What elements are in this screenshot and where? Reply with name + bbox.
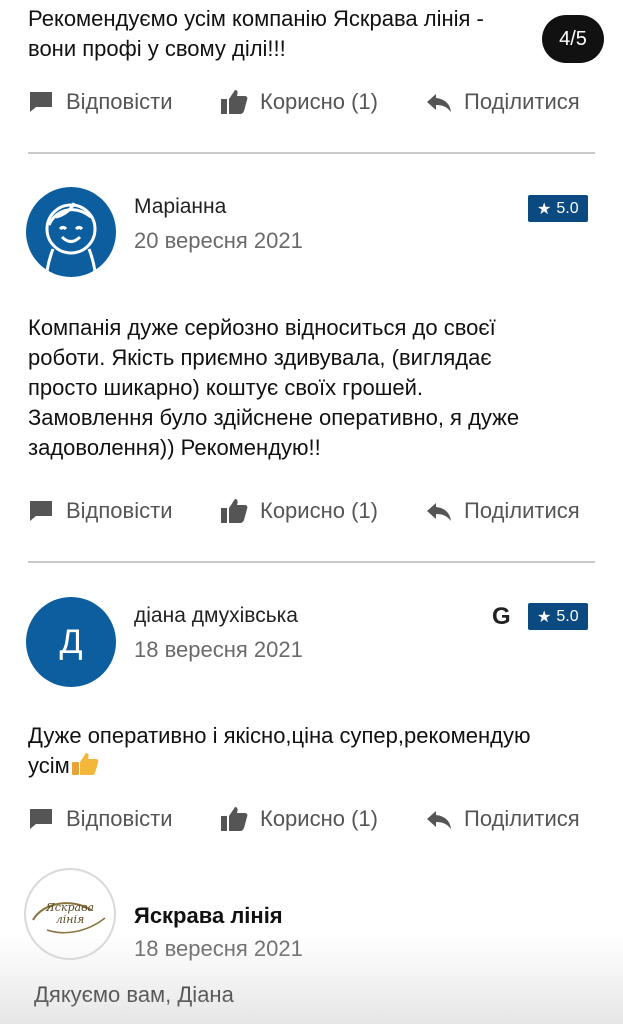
share-icon <box>427 94 451 112</box>
review-text-line: Замовлення було здійснене оперативно, я … <box>28 405 520 430</box>
review-text: Дуже оперативно і якісно,ціна супер,реко… <box>28 721 598 781</box>
reply-label: Відповісти <box>66 806 173 831</box>
helpful-label: Корисно (1) <box>260 89 378 114</box>
company-name[interactable]: Яскрава лінія <box>134 903 283 929</box>
review-text-line: задоволення)) Рекомендую!! <box>28 435 321 460</box>
company-logo-text: Яскрава лінія <box>45 901 95 926</box>
reply-label: Відповісти <box>66 89 173 114</box>
reviewer-name[interactable]: Маріанна <box>134 195 226 219</box>
share-label: Поділитися <box>464 806 580 831</box>
comment-icon <box>30 809 52 829</box>
thumbs-up-icon <box>221 499 248 523</box>
reviewer-name[interactable]: діана дмухівська <box>134 604 298 628</box>
share-button[interactable]: Поділитися <box>426 494 580 528</box>
reply-date: 18 вересня 2021 <box>134 936 303 961</box>
helpful-button[interactable]: Корисно (1) <box>220 85 378 119</box>
avatar-letter: Д <box>59 622 83 661</box>
review-text-line: Компанія дуже серйозно відноситься до св… <box>28 315 496 340</box>
review-date: 18 вересня 2021 <box>134 637 303 662</box>
comment-icon <box>30 92 52 112</box>
thumbs-up-emoji-icon <box>71 753 99 775</box>
helpful-button[interactable]: Корисно (1) <box>220 494 378 528</box>
avatar: Д <box>26 597 116 687</box>
google-icon: G <box>492 603 511 630</box>
company-logo: Яскрава лінія <box>24 868 116 960</box>
reply-button[interactable]: Відповісти <box>28 85 173 119</box>
reply-button[interactable]: Відповісти <box>28 494 173 528</box>
reply-text: Дякуємо вам, Діана <box>34 982 234 1007</box>
divider <box>28 152 595 154</box>
review-text-line-with-emoji: усім <box>28 751 598 781</box>
share-label: Поділитися <box>464 498 580 523</box>
review-text-line: вони профі у свому ділі!!! <box>28 36 286 61</box>
thumbs-up-icon <box>221 90 248 114</box>
divider <box>28 561 595 563</box>
review-text-line: Рекомендуємо усім компанію Яскрава лінія… <box>28 6 484 31</box>
reply-button[interactable]: Відповісти <box>28 802 173 836</box>
helpful-label: Корисно (1) <box>260 806 378 831</box>
share-label: Поділитися <box>464 89 580 114</box>
review-text-line: роботи. Якість приємно здивувала, (вигля… <box>28 345 492 370</box>
rating-badge: ★ 5.0 <box>528 195 588 222</box>
reply-label: Відповісти <box>66 498 173 523</box>
star-icon: ★ <box>537 608 552 626</box>
rating-badge: ★ 5.0 <box>528 603 588 630</box>
page-indicator: 4/5 <box>542 15 604 63</box>
star-icon: ★ <box>537 200 552 218</box>
smiling-face-icon <box>45 202 97 272</box>
share-icon <box>427 811 451 829</box>
review-text-line: усім <box>28 753 70 778</box>
helpful-button[interactable]: Корисно (1) <box>220 802 378 836</box>
comment-icon <box>30 501 52 521</box>
rating-value: 5.0 <box>556 607 579 625</box>
review-actions: Відповісти Корисно (1) Поділитися <box>28 85 595 119</box>
review-actions: Відповісти Корисно (1) Поділитися <box>28 802 595 836</box>
review-text-line: Дуже оперативно і якісно,ціна супер,реко… <box>28 723 531 748</box>
share-button[interactable]: Поділитися <box>426 85 580 119</box>
avatar <box>26 187 116 277</box>
share-icon <box>427 503 451 521</box>
review-text-line: просто шикарно) коштує своїх грошей. <box>28 375 424 400</box>
helpful-label: Корисно (1) <box>260 498 378 523</box>
share-button[interactable]: Поділитися <box>426 802 580 836</box>
review-date: 20 вересня 2021 <box>134 228 303 253</box>
thumbs-up-icon <box>221 807 248 831</box>
rating-value: 5.0 <box>556 199 579 217</box>
review-actions: Відповісти Корисно (1) Поділитися <box>28 494 595 528</box>
review-text: Компанія дуже серйозно відноситься до св… <box>28 313 598 463</box>
review-text: Рекомендуємо усім компанію Яскрава лінія… <box>28 4 548 64</box>
